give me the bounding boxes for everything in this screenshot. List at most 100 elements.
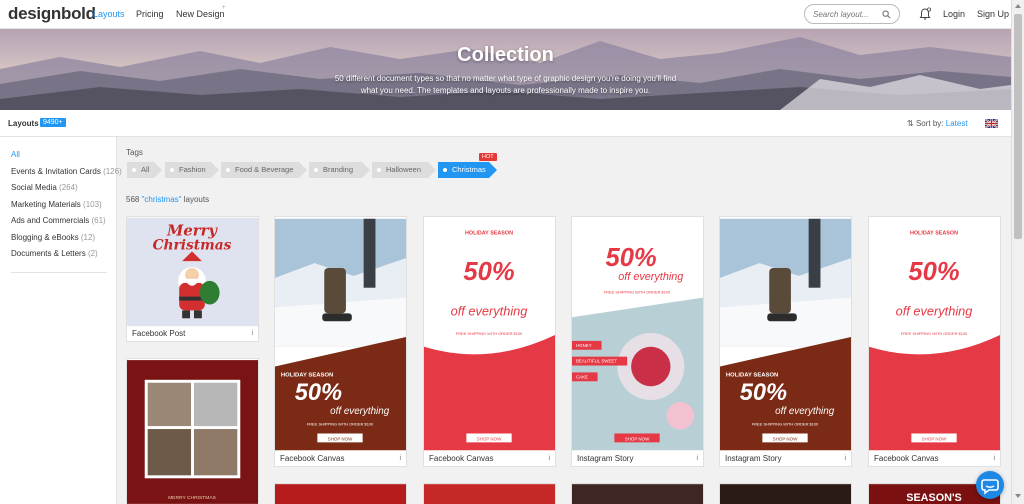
svg-text:FREE SHIPPING WITH ORDER $100: FREE SHIPPING WITH ORDER $100 bbox=[456, 331, 523, 336]
layouts-bar: Layouts 9490+ ⇅ Sort by: Latest bbox=[0, 110, 1011, 137]
sidebar-divider bbox=[11, 272, 107, 273]
search-query: "christmas" bbox=[141, 195, 182, 204]
layout-card[interactable]: HOLIDAY SEASON 50% off everything FREE S… bbox=[719, 216, 852, 467]
nav-new-design[interactable]: New Design bbox=[176, 9, 225, 19]
category-item[interactable]: All bbox=[11, 150, 122, 167]
category-sidebar: All Events & Invitation Cards (126) Soci… bbox=[0, 137, 122, 504]
layout-card[interactable]: HOLIDAY SEASON 50% off everything FREE S… bbox=[868, 216, 1001, 467]
card-thumbnail: HOLIDAY SEASON 50% off everything FREE S… bbox=[424, 218, 555, 451]
svg-text:50%: 50% bbox=[295, 380, 342, 406]
tag-food-beverage[interactable]: Food & Beverage bbox=[221, 162, 307, 178]
search-icon[interactable] bbox=[882, 10, 891, 19]
category-item[interactable]: Blogging & eBooks (12) bbox=[11, 233, 122, 250]
svg-text:FREE SHIPPING WITH ORDER $100: FREE SHIPPING WITH ORDER $100 bbox=[752, 422, 819, 427]
layout-card[interactable]: Merry Christmas Facebook Post i bbox=[126, 216, 259, 342]
tag-halloween[interactable]: Halloween bbox=[372, 162, 436, 178]
svg-text:SHOP NOW: SHOP NOW bbox=[922, 436, 947, 441]
scroll-down-arrow-icon[interactable] bbox=[1015, 494, 1021, 498]
layout-card[interactable] bbox=[274, 483, 407, 504]
tag-christmas[interactable]: Christmas bbox=[438, 162, 497, 178]
svg-text:HOLIDAY SEASON: HOLIDAY SEASON bbox=[726, 372, 778, 378]
sort-label: Sort by: bbox=[915, 119, 944, 128]
svg-text:off everything: off everything bbox=[330, 406, 390, 417]
hero-title: Collection bbox=[457, 44, 554, 66]
tag-fashion[interactable]: Fashion bbox=[165, 162, 219, 178]
nav-layouts[interactable]: Layouts bbox=[93, 9, 125, 19]
svg-text:off everything: off everything bbox=[896, 303, 973, 318]
category-item[interactable]: Marketing Materials (103) bbox=[11, 200, 122, 217]
layout-card[interactable] bbox=[423, 483, 556, 504]
svg-text:FREE SHIPPING WITH ORDER $100: FREE SHIPPING WITH ORDER $100 bbox=[307, 422, 374, 427]
tag-all[interactable]: All bbox=[127, 162, 162, 178]
info-icon[interactable]: i bbox=[399, 455, 401, 462]
svg-text:50%: 50% bbox=[463, 258, 514, 286]
svg-text:off everything: off everything bbox=[618, 271, 683, 283]
result-count: 568 "christmas" layouts bbox=[126, 195, 210, 204]
layout-card[interactable]: HOLIDAY SEASON 50% off everything FREE S… bbox=[423, 216, 556, 467]
category-list: All Events & Invitation Cards (126) Soci… bbox=[11, 150, 122, 266]
card-thumbnail: 50% off everything FREE SHIPPING WITH OR… bbox=[572, 218, 703, 451]
top-navbar: designbold Layouts Pricing New Design + … bbox=[0, 0, 1011, 29]
card-caption: Facebook Canvas bbox=[429, 454, 494, 463]
signup-link[interactable]: Sign Up bbox=[977, 9, 1009, 19]
svg-text:HONEY: HONEY bbox=[576, 343, 592, 348]
svg-text:SHOP NOW: SHOP NOW bbox=[625, 436, 650, 441]
chat-icon bbox=[981, 479, 999, 495]
category-item[interactable]: Social Media (264) bbox=[11, 183, 122, 200]
scroll-up-arrow-icon[interactable] bbox=[1015, 4, 1021, 8]
layout-card[interactable]: HOLIDAY SEASON 50% off everything FREE S… bbox=[274, 216, 407, 467]
svg-text:SEASON'S: SEASON'S bbox=[906, 492, 962, 504]
page-scrollbar[interactable] bbox=[1011, 0, 1024, 504]
svg-text:50%: 50% bbox=[740, 380, 787, 406]
card-caption: Instagram Story bbox=[725, 454, 782, 463]
svg-text:CAKE: CAKE bbox=[576, 374, 588, 379]
chat-button[interactable] bbox=[976, 471, 1004, 499]
svg-text:HOLIDAY SEASON: HOLIDAY SEASON bbox=[281, 372, 333, 378]
svg-text:FREE SHIPPING WITH ORDER $100: FREE SHIPPING WITH ORDER $100 bbox=[604, 290, 671, 295]
info-icon[interactable]: i bbox=[696, 455, 698, 462]
layout-card[interactable]: MERRY CHRISTMAS bbox=[126, 358, 259, 504]
info-icon[interactable]: i bbox=[993, 455, 995, 462]
svg-text:HOLIDAY SEASON: HOLIDAY SEASON bbox=[910, 231, 958, 237]
layout-card[interactable] bbox=[719, 483, 852, 504]
new-design-plus-icon: + bbox=[222, 5, 226, 11]
scrollbar-thumb[interactable] bbox=[1014, 14, 1022, 239]
svg-text:50%: 50% bbox=[908, 258, 959, 286]
sort-value[interactable]: Latest bbox=[946, 119, 968, 128]
search-input[interactable] bbox=[813, 8, 881, 21]
hero-banner: Collection 50 different document types s… bbox=[0, 29, 1011, 110]
svg-text:FREE SHIPPING WITH ORDER $100: FREE SHIPPING WITH ORDER $100 bbox=[901, 331, 968, 336]
layout-card[interactable] bbox=[571, 483, 704, 504]
logo[interactable]: designbold bbox=[8, 4, 96, 24]
tag-branding[interactable]: Branding bbox=[309, 162, 370, 178]
svg-text:off everything: off everything bbox=[451, 303, 528, 318]
category-item[interactable]: Ads and Commercials (61) bbox=[11, 216, 122, 233]
svg-text:off everything: off everything bbox=[775, 406, 835, 417]
svg-text:SHOP NOW: SHOP NOW bbox=[773, 436, 798, 441]
nav-pricing[interactable]: Pricing bbox=[136, 9, 164, 19]
card-caption: Instagram Story bbox=[577, 454, 634, 463]
info-icon[interactable]: i bbox=[548, 455, 550, 462]
card-thumbnail bbox=[572, 484, 703, 504]
login-link[interactable]: Login bbox=[943, 9, 965, 19]
info-icon[interactable]: i bbox=[251, 330, 253, 337]
category-item[interactable]: Documents & Letters (2) bbox=[11, 249, 122, 266]
category-item[interactable]: Events & Invitation Cards (126) bbox=[11, 167, 122, 184]
card-thumbnail: Merry Christmas bbox=[127, 217, 258, 327]
card-thumbnail: HOLIDAY SEASON 50% off everything FREE S… bbox=[275, 218, 406, 451]
notification-bell-icon[interactable] bbox=[918, 7, 932, 21]
uk-flag-icon[interactable] bbox=[985, 119, 998, 128]
hot-badge: HOT bbox=[479, 153, 497, 161]
card-thumbnail bbox=[720, 484, 851, 504]
svg-text:BEAUTIFUL SWEET: BEAUTIFUL SWEET bbox=[576, 359, 617, 364]
svg-text:SHOP NOW: SHOP NOW bbox=[477, 436, 502, 441]
sort-control[interactable]: ⇅ Sort by: Latest bbox=[907, 119, 968, 128]
search-box[interactable] bbox=[804, 4, 900, 24]
layout-card[interactable]: 50% off everything FREE SHIPPING WITH OR… bbox=[571, 216, 704, 467]
mountain-backdrop bbox=[0, 37, 1011, 110]
card-caption: Facebook Canvas bbox=[280, 454, 345, 463]
info-icon[interactable]: i bbox=[844, 455, 846, 462]
layouts-label: Layouts bbox=[8, 119, 39, 128]
card-caption: Facebook Canvas bbox=[874, 454, 939, 463]
card-thumbnail: MERRY CHRISTMAS bbox=[127, 360, 258, 504]
